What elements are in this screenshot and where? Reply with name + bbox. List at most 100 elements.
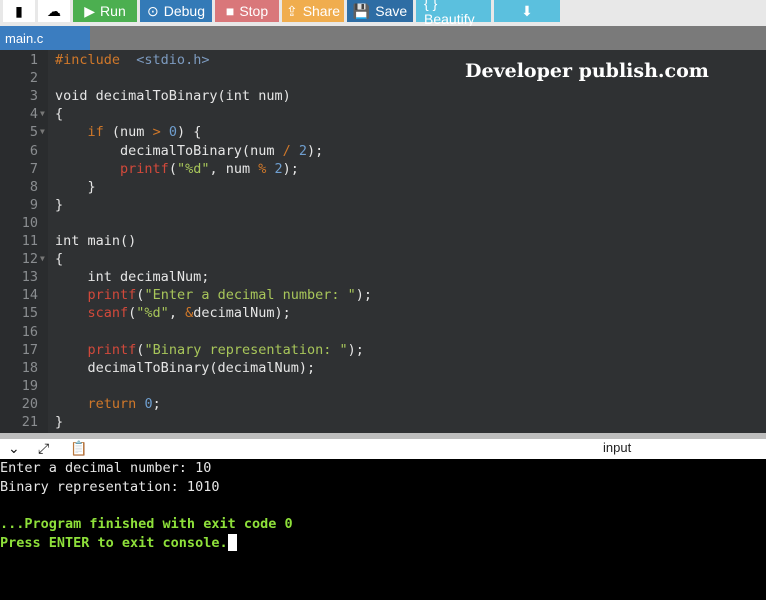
code-editor[interactable]: 1 2 3 4 ▼ 5 ▼ 6 7 8 9 10 11 12 ▼ 13 14 15 16 17 18 19 20 21 Dev… [0,50,766,434]
code-line: } [55,413,63,431]
code-line: { [55,250,63,268]
line-number: 9 [29,196,38,213]
code-token: #include [55,52,121,68]
console-output[interactable]: Enter a decimal number: 10 Binary represe… [0,459,766,600]
download-icon: ⬇ [521,2,533,19]
button-label: Debug [163,3,205,19]
line-number: 1 [29,52,38,68]
code-token: int main() [55,233,137,249]
code-token: ); [282,160,299,177]
code-token: "%d" [176,160,210,177]
code-token: } [55,196,64,213]
code-line: int main() [55,232,136,250]
code-token: ; [152,395,161,412]
code-token: { [55,106,64,123]
button-label: Save [375,3,408,19]
code-line: decimalToBinary(decimalNum); [55,359,316,377]
code-token: printf [120,160,169,177]
code-token: "Enter a decimal number: " [144,287,356,304]
share-button[interactable]: ⇪ Share [282,0,344,22]
beautify-button[interactable]: { } Beautify [416,0,491,27]
code-token: int decimalNum; [55,269,210,286]
expand-icon[interactable]: ⤢ [38,440,49,457]
run-button[interactable]: ▶ Run [73,0,137,22]
code-token: void decimalToBinary(int num) [55,88,291,105]
code-token: ( [168,160,177,177]
button-label: Share [302,3,341,19]
download-button[interactable]: ⬇ [494,0,560,22]
console-line: Press ENTER to exit console. [0,533,237,552]
file-icon: ▮ [15,2,23,19]
button-label: { } Beautify [424,0,475,27]
upload-button[interactable]: ☁ [38,0,70,22]
code-token: ); [347,341,364,358]
line-number: 13 [21,269,38,286]
code-line: decimalToBinary(num / 2); [55,142,323,160]
code-token: 0 [144,395,153,412]
code-token: / [282,142,291,159]
line-number: 8 [29,178,38,195]
code-token: } [55,414,64,430]
code-token: & [185,305,194,322]
console-line: Enter a decimal number: 10 [0,460,212,476]
code-token: "%d" [136,305,169,322]
code-token: decimalToBinary(decimalNum); [55,359,316,376]
button-label: Stop [239,3,269,19]
line-number: 20 [21,395,38,412]
code-token: return [87,395,137,412]
line-number: 10 [21,214,38,231]
new-file-button[interactable]: ▮ [3,0,35,22]
save-button[interactable]: 💾 Save [347,0,413,22]
line-number: 3 [29,88,38,105]
code-line: #include <stdio.h> [55,51,209,69]
line-number: 6 [29,142,38,159]
code-line: printf("%d", num % 2); [55,160,299,178]
code-token: if [87,124,104,141]
fold-icon[interactable]: ▼ [40,123,45,141]
stop-icon: ■ [225,3,235,19]
code-token: 0 [168,124,177,141]
line-number: 4 [29,106,38,123]
code-line: } [55,178,96,196]
button-label: Run [100,3,126,19]
code-token: { [55,251,64,268]
line-number: 5 [29,124,38,141]
code-token: decimalToBinary(num [55,142,283,159]
fold-icon[interactable]: ▼ [40,250,45,268]
code-token: 2 [298,142,307,159]
code-line: } [55,196,63,214]
code-token: , [168,305,186,322]
code-token: ); [355,287,373,304]
save-icon: 💾 [352,2,371,19]
line-number: 11 [21,233,38,249]
code-token: scanf [87,305,129,322]
code-line: void decimalToBinary(int num) [55,87,291,105]
tab-main-c[interactable]: main.c [0,26,90,50]
line-number: 14 [21,287,38,304]
code-token: } [55,178,96,195]
console-line: ...Program finished with exit code 0 [0,516,293,533]
console-cursor [227,533,237,551]
copy-icon[interactable]: 📋 [70,440,87,457]
input-tab[interactable]: input [603,440,631,455]
console-line: Binary representation: 1010 [0,478,220,495]
line-number: 21 [21,414,38,430]
code-token: > [152,124,161,141]
run-icon: ▶ [84,2,96,19]
code-line: int decimalNum; [55,268,210,286]
code-line: if (num > 0) { [55,123,202,141]
code-line: printf("Enter a decimal number: "); [55,286,373,304]
chevron-down-icon[interactable]: ⌄ [8,440,20,457]
code-token: printf [87,341,137,358]
console-toolbar: ⌄ ⤢ 📋 input [0,439,766,459]
debug-button[interactable]: ⊙ Debug [140,0,212,22]
fold-icon[interactable]: ▼ [40,105,45,123]
stop-button[interactable]: ■ Stop [215,0,279,22]
